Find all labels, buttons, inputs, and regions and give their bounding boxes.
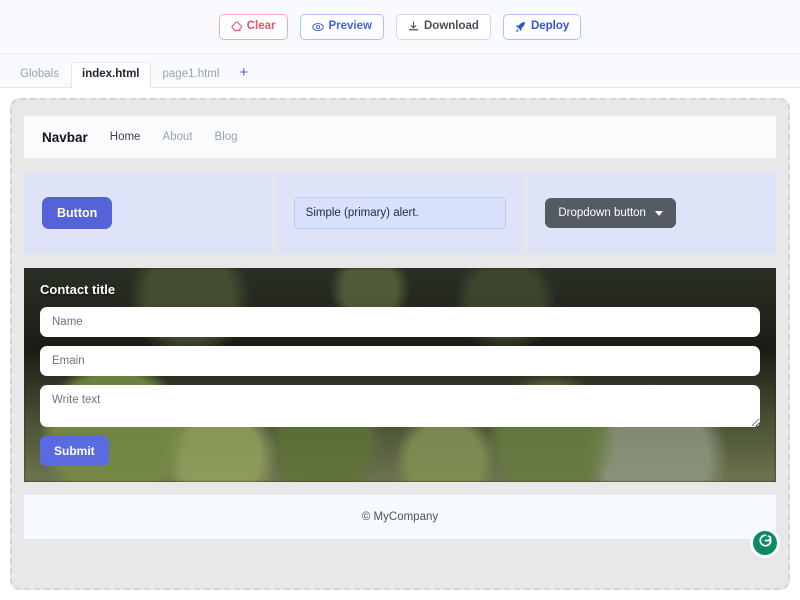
- tab-globals[interactable]: Globals: [10, 63, 69, 88]
- preview-button[interactable]: Preview: [299, 13, 384, 40]
- chevron-down-icon: [654, 210, 663, 216]
- deploy-button[interactable]: Deploy: [502, 13, 582, 40]
- email-input[interactable]: [40, 346, 760, 376]
- deploy-button-label: Deploy: [530, 19, 570, 32]
- three-column-row: Button Simple (primary) alert. Dropdown …: [24, 172, 777, 254]
- submit-button[interactable]: Submit: [40, 436, 109, 466]
- eye-icon: [311, 21, 324, 33]
- navbar-link-blog[interactable]: Blog: [215, 131, 238, 143]
- grammarly-badge[interactable]: [753, 531, 777, 555]
- rocket-icon: [515, 21, 526, 32]
- navbar-block[interactable]: Navbar Home About Blog: [24, 116, 776, 158]
- column-button[interactable]: Button: [24, 172, 273, 254]
- contact-form: Contact title Submit: [40, 282, 760, 466]
- tab-page1-html[interactable]: page1.html: [153, 63, 230, 88]
- name-input[interactable]: [40, 307, 760, 337]
- footer-block[interactable]: © MyCompany: [24, 495, 776, 539]
- grammarly-icon: [758, 533, 773, 553]
- canvas-area: Navbar Home About Blog Button Simple (pr…: [0, 88, 800, 600]
- eraser-icon: [231, 21, 242, 32]
- dropdown-button-label: Dropdown button: [558, 207, 646, 219]
- contact-title: Contact title: [40, 282, 116, 297]
- column-dropdown[interactable]: Dropdown button: [527, 172, 777, 254]
- download-button[interactable]: Download: [395, 13, 491, 40]
- clear-button-label: Clear: [246, 19, 276, 32]
- download-icon: [408, 21, 419, 32]
- top-toolbar: Clear Preview Download Deploy: [0, 0, 800, 54]
- column-alert[interactable]: Simple (primary) alert.: [275, 172, 525, 254]
- contact-block[interactable]: Contact title Submit: [24, 268, 776, 482]
- primary-button[interactable]: Button: [42, 197, 113, 229]
- navbar-link-home[interactable]: Home: [110, 131, 141, 143]
- page-canvas[interactable]: Navbar Home About Blog Button Simple (pr…: [10, 98, 790, 590]
- navbar-brand: Navbar: [42, 129, 88, 145]
- navbar-link-about[interactable]: About: [162, 131, 192, 143]
- tab-index-html[interactable]: index.html: [71, 61, 151, 88]
- download-button-label: Download: [423, 19, 479, 32]
- preview-button-label: Preview: [328, 19, 372, 32]
- footer-text: © MyCompany: [361, 511, 439, 523]
- message-textarea[interactable]: [40, 385, 760, 427]
- file-tabs: Globals index.html page1.html +: [0, 54, 800, 88]
- primary-alert: Simple (primary) alert.: [293, 197, 507, 229]
- add-tab-button[interactable]: +: [231, 63, 256, 87]
- dropdown-button[interactable]: Dropdown button: [545, 198, 676, 228]
- clear-button[interactable]: Clear: [218, 13, 288, 40]
